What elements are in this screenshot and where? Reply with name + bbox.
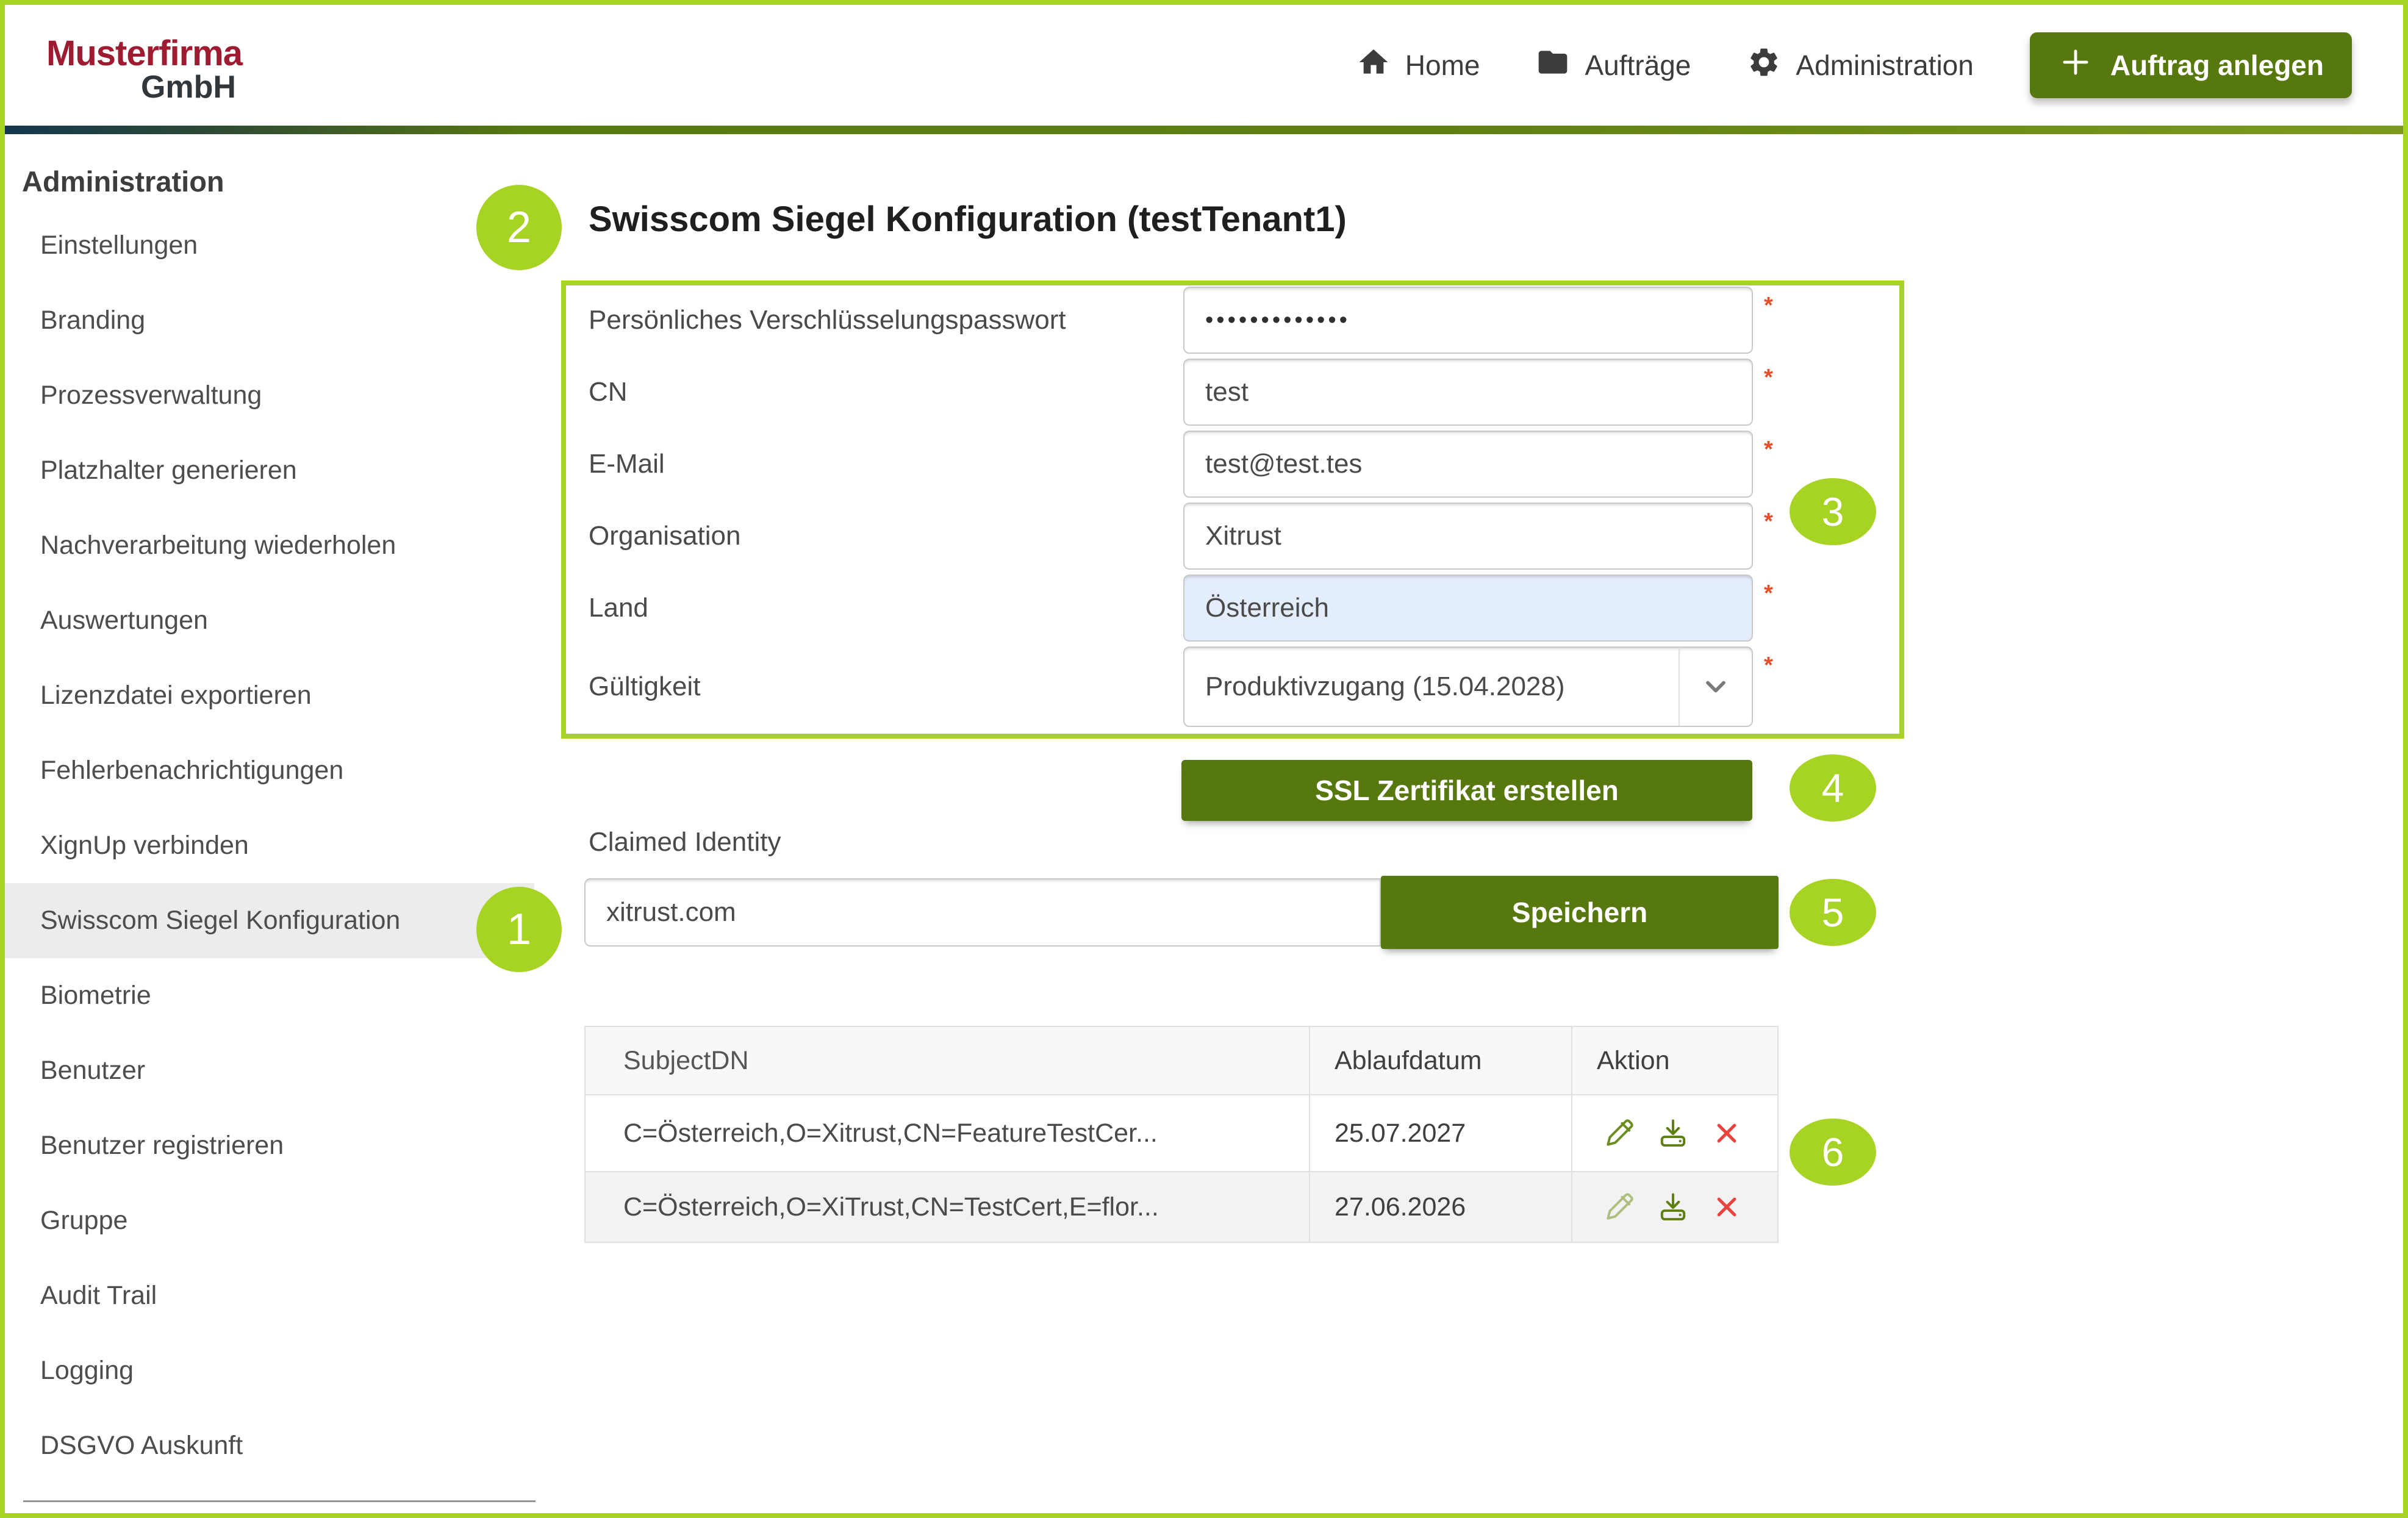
logo-line1: Musterfirma: [46, 35, 242, 71]
sidebar-item-lizenzdatei-exportieren[interactable]: Lizenzdatei exportieren: [5, 658, 534, 733]
password-required-marker: *: [1764, 293, 1773, 319]
expiry-cell: 25.07.2027: [1310, 1095, 1572, 1171]
sidebar-item-einstellungen[interactable]: Einstellungen: [5, 208, 534, 283]
sidebar-item-platzhalter-generieren[interactable]: Platzhalter generieren: [5, 433, 534, 508]
email-label: E-Mail: [589, 431, 1174, 498]
actions-cell: [1572, 1172, 1777, 1242]
sidebar-item-xignup-verbinden[interactable]: XignUp verbinden: [5, 808, 534, 883]
cn-input[interactable]: [1183, 359, 1753, 426]
sidebar-menu: Einstellungen Branding Prozessverwaltung…: [5, 208, 534, 1483]
sidebar-item-gruppe[interactable]: Gruppe: [5, 1183, 534, 1258]
sidebar-item-prozessverwaltung[interactable]: Prozessverwaltung: [5, 358, 534, 433]
sidebar-item-swisscom-siegel-konfiguration[interactable]: Swisscom Siegel Konfiguration: [5, 883, 534, 958]
callout-1: 1: [476, 887, 562, 972]
expiry-cell: 27.06.2026: [1310, 1172, 1572, 1242]
sidebar-item-audit-trail[interactable]: Audit Trail: [5, 1258, 534, 1333]
gueltigkeit-selected-value: Produktivzugang (15.04.2028): [1184, 671, 1679, 702]
nav-auftraege[interactable]: Aufträge: [1536, 45, 1691, 86]
header-aktion: Aktion: [1572, 1027, 1777, 1094]
cn-required-marker: *: [1764, 365, 1773, 391]
password-label: Persönliches Verschlüsselungspasswort: [589, 287, 1174, 354]
subjectdn-cell: C=Österreich,O=Xitrust,CN=FeatureTestCer…: [586, 1095, 1310, 1171]
auftrag-anlegen-label: Auftrag anlegen: [2110, 49, 2324, 82]
gueltigkeit-label: Gültigkeit: [589, 646, 1174, 727]
sidebar-item-fehlerbenachrichtigungen[interactable]: Fehlerbenachrichtigungen: [5, 733, 534, 808]
password-input[interactable]: [1183, 287, 1753, 354]
header-subjectdn: SubjectDN: [586, 1027, 1310, 1094]
logo-line2: GmbH: [46, 71, 242, 104]
sidebar-title: Administration: [22, 165, 224, 198]
download-icon[interactable]: [1655, 1189, 1691, 1225]
speichern-button[interactable]: Speichern: [1381, 876, 1779, 949]
gear-icon: [1747, 45, 1781, 86]
nav-home[interactable]: Home: [1356, 45, 1480, 86]
sidebar-item-branding[interactable]: Branding: [5, 283, 534, 358]
nav-auftraege-label: Aufträge: [1585, 49, 1691, 82]
sidebar-divider: [23, 1500, 536, 1502]
top-nav: Home Aufträge Administration Auftrag anl…: [1356, 5, 2352, 126]
app-header: Musterfirma GmbH Home Aufträge Administr…: [5, 5, 2403, 126]
table-header-row: SubjectDN Ablaufdatum Aktion: [586, 1027, 1777, 1094]
table-row: C=Österreich,O=Xitrust,CN=FeatureTestCer…: [586, 1094, 1777, 1171]
download-icon[interactable]: [1655, 1115, 1691, 1151]
gueltigkeit-required-marker: *: [1764, 653, 1773, 679]
sidebar-item-auswertungen[interactable]: Auswertungen: [5, 583, 534, 658]
organisation-input[interactable]: [1183, 503, 1753, 570]
organisation-label: Organisation: [589, 503, 1174, 570]
table-row: C=Österreich,O=XiTrust,CN=TestCert,E=flo…: [586, 1171, 1777, 1242]
sidebar-item-logging[interactable]: Logging: [5, 1333, 534, 1408]
sidebar-item-biometrie[interactable]: Biometrie: [5, 958, 534, 1033]
auftrag-anlegen-button[interactable]: Auftrag anlegen: [2030, 32, 2352, 98]
callout-5: 5: [1790, 879, 1876, 946]
email-required-marker: *: [1764, 437, 1773, 463]
company-logo: Musterfirma GmbH: [46, 35, 242, 104]
edit-pencil-icon-disabled[interactable]: [1602, 1189, 1637, 1225]
header-ablaufdatum: Ablaufdatum: [1310, 1027, 1572, 1094]
delete-x-icon[interactable]: [1709, 1115, 1744, 1151]
nav-home-label: Home: [1405, 49, 1480, 82]
callout-6: 6: [1790, 1119, 1876, 1186]
gueltigkeit-select[interactable]: Produktivzugang (15.04.2028): [1183, 646, 1753, 727]
certificates-table: SubjectDN Ablaufdatum Aktion C=Österreic…: [584, 1026, 1779, 1243]
callout-4: 4: [1790, 754, 1876, 822]
page-title: Swisscom Siegel Konfiguration (testTenan…: [589, 199, 1347, 240]
plus-icon: [2058, 45, 2093, 87]
land-input[interactable]: [1183, 575, 1753, 642]
land-label: Land: [589, 575, 1174, 642]
ssl-zertifikat-erstellen-button[interactable]: SSL Zertifikat erstellen: [1181, 760, 1752, 821]
claimed-identity-input[interactable]: [584, 878, 1381, 947]
nav-administration[interactable]: Administration: [1747, 45, 1973, 86]
sidebar-item-nachverarbeitung-wiederholen[interactable]: Nachverarbeitung wiederholen: [5, 508, 534, 583]
edit-pencil-icon[interactable]: [1602, 1115, 1637, 1151]
callout-2: 2: [476, 185, 562, 270]
header-accent-bar: [5, 126, 2403, 134]
chevron-down-icon: [1680, 671, 1752, 703]
nav-administration-label: Administration: [1796, 49, 1973, 82]
delete-x-icon[interactable]: [1709, 1189, 1744, 1225]
claimed-identity-label: Claimed Identity: [589, 827, 781, 857]
land-required-marker: *: [1764, 581, 1773, 607]
swisscom-siegel-konfiguration-page: { "colors": { "accent_lime": "#a6d324", …: [0, 0, 2408, 1518]
subjectdn-cell: C=Österreich,O=XiTrust,CN=TestCert,E=flo…: [586, 1172, 1310, 1242]
sidebar-item-benutzer-registrieren[interactable]: Benutzer registrieren: [5, 1108, 534, 1183]
sidebar-item-benutzer[interactable]: Benutzer: [5, 1033, 534, 1108]
folder-icon: [1536, 45, 1570, 86]
home-icon: [1356, 45, 1391, 86]
callout-3: 3: [1790, 478, 1876, 545]
actions-cell: [1572, 1095, 1777, 1171]
sidebar-item-dsgvo-auskunft[interactable]: DSGVO Auskunft: [5, 1408, 534, 1483]
organisation-required-marker: *: [1764, 509, 1773, 535]
cn-label: CN: [589, 359, 1174, 426]
email-input[interactable]: [1183, 431, 1753, 498]
